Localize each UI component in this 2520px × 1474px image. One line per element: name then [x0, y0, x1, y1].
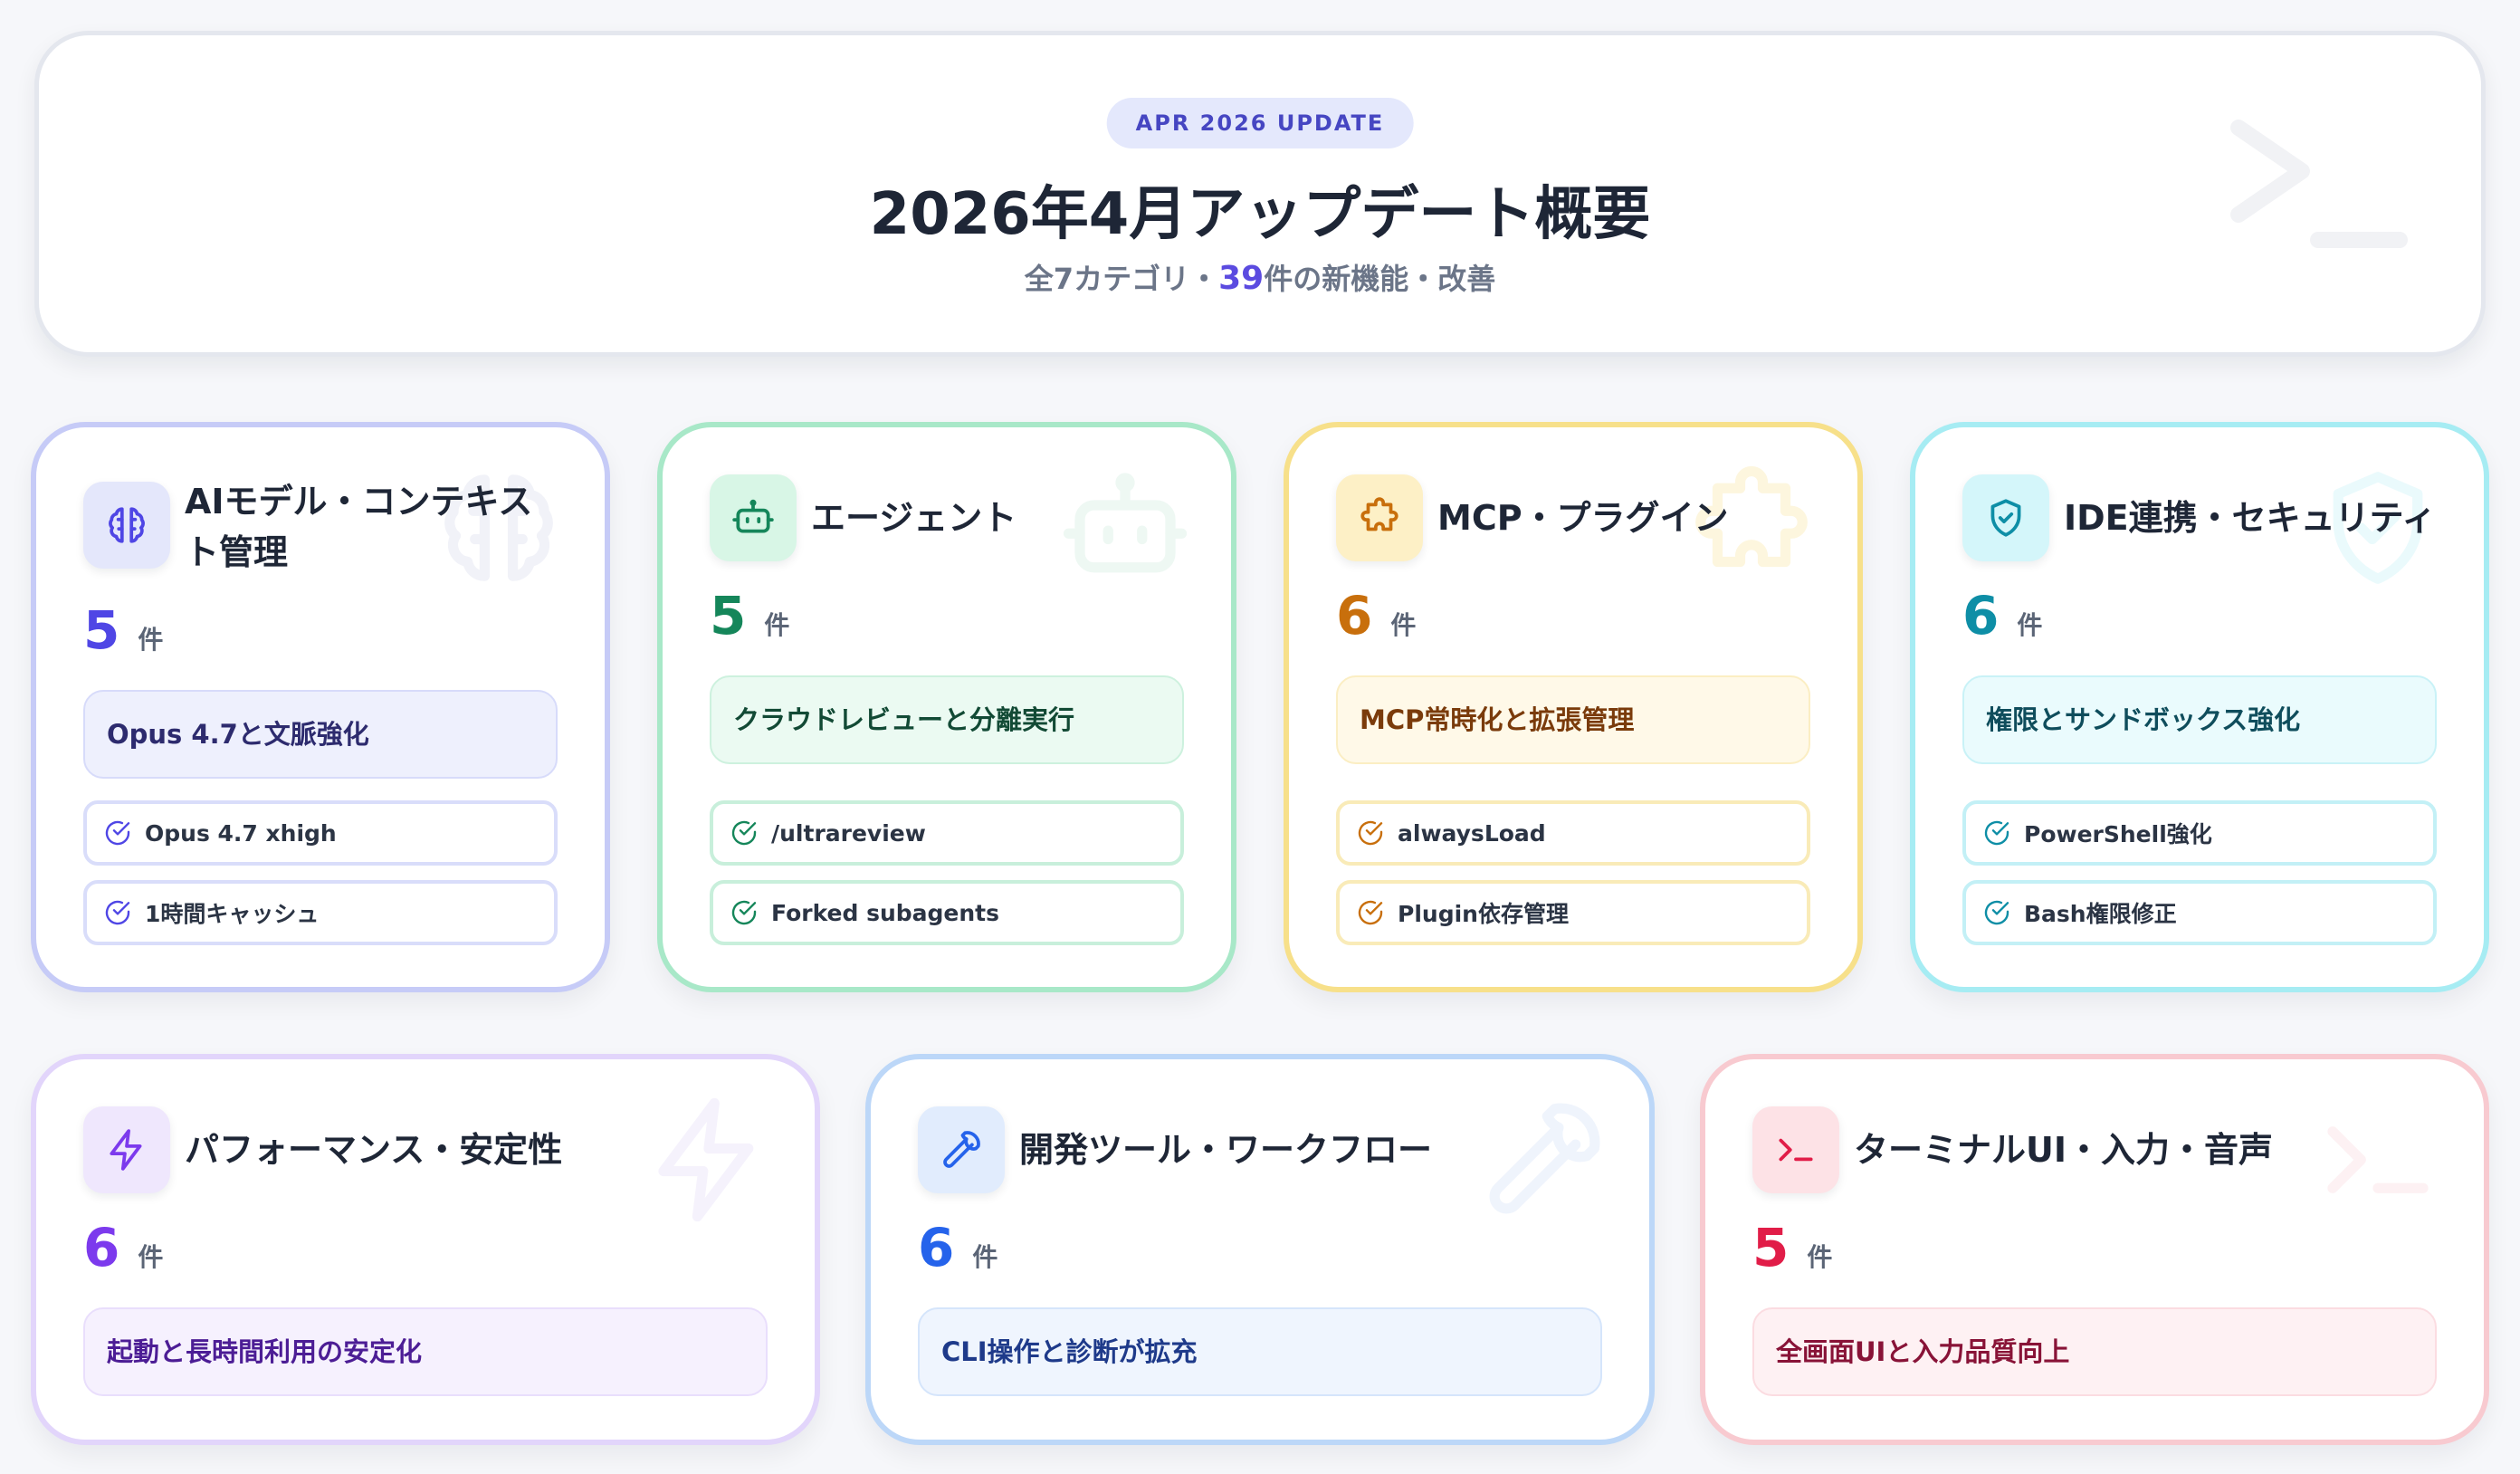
check-circle-icon [731, 820, 757, 846]
category-icon-box [83, 482, 170, 569]
feature-item: Plugin依存管理 [1336, 880, 1810, 945]
feature-item: alwaysLoad [1336, 800, 1810, 866]
category-title: MCP・プラグイン [1437, 498, 1729, 538]
feature-item: Opus 4.7 xhigh [83, 800, 558, 866]
category-count: 6件 [1336, 585, 1417, 646]
category-count: 5件 [710, 585, 790, 646]
category-summary: 権限とサンドボックス強化 [1962, 675, 2437, 764]
category-card-performance[interactable]: パフォーマンス・安定性 6件 起動と長時間利用の安定化 [31, 1054, 820, 1445]
category-title: エージェント [811, 498, 1017, 538]
shield-icon [1990, 499, 2021, 537]
feature-item: Bash権限修正 [1962, 880, 2437, 945]
brain-icon [109, 507, 145, 543]
category-summary: MCP常時化と拡張管理 [1336, 675, 1810, 764]
category-title: パフォーマンス・安定性 [185, 1130, 563, 1170]
update-header-card: APR 2026 UPDATE 2026年4月アップデート概要 全7カテゴリ・3… [34, 31, 2486, 357]
total-count: 39 [1218, 260, 1265, 297]
category-count: 6件 [918, 1217, 998, 1278]
terminal-watermark-icon [2310, 1092, 2446, 1228]
feature-item: 1時間キャッシュ [83, 880, 558, 945]
category-title: 開発ツール・ワークフロー [1019, 1130, 1433, 1170]
category-card-mcp-plugins[interactable]: MCP・プラグイン 6件 MCP常時化と拡張管理 alwaysLoad Plug… [1284, 422, 1863, 992]
category-count: 6件 [83, 1217, 164, 1278]
category-summary: Opus 4.7と文脈強化 [83, 690, 558, 779]
check-circle-icon [1358, 900, 1383, 925]
page-subtitle: 全7カテゴリ・39件の新機能・改善 [39, 256, 2481, 298]
category-icon-box [918, 1106, 1005, 1193]
category-title: ターミナルUI・入力・音声 [1854, 1130, 2273, 1170]
category-card-agents[interactable]: エージェント 5件 クラウドレビューと分離実行 /ultrareview For… [657, 422, 1236, 992]
page-title: 2026年4月アップデート概要 [869, 181, 1651, 248]
check-circle-icon [731, 900, 757, 925]
category-title: IDE連携・セキュリティ [2064, 498, 2437, 538]
category-summary: 全画面UIと入力品質向上 [1752, 1307, 2437, 1396]
puzzle-icon [1360, 497, 1398, 531]
category-count: 5件 [1752, 1217, 1833, 1278]
category-icon-box [83, 1106, 170, 1193]
category-summary: 起動と長時間利用の安定化 [83, 1307, 768, 1396]
category-card-ai-model[interactable]: AIモデル・コンテキスト管理 5件 Opus 4.7と文脈強化 Opus 4.7… [31, 422, 610, 992]
category-card-terminal-ui[interactable]: ターミナルUI・入力・音声 5件 全画面UIと入力品質向上 [1700, 1054, 2489, 1445]
category-icon-box [1752, 1106, 1839, 1193]
category-summary: CLI操作と診断が拡充 [918, 1307, 1602, 1396]
subtitle-prefix: 全7カテゴリ・ [1024, 262, 1219, 296]
category-icon-box [710, 474, 797, 561]
check-circle-icon [1984, 900, 2009, 925]
category-icon-box [1962, 474, 2049, 561]
category-count: 5件 [83, 599, 164, 661]
bolt-icon [110, 1129, 142, 1171]
category-card-ide-security[interactable]: IDE連携・セキュリティ 6件 権限とサンドボックス強化 PowerShell強… [1910, 422, 2489, 992]
check-circle-icon [1984, 820, 2009, 846]
category-count: 6件 [1962, 585, 2043, 646]
wrench-watermark-icon [1475, 1092, 1611, 1228]
category-icon-box [1336, 474, 1423, 561]
check-circle-icon [1358, 820, 1383, 846]
robot-icon [732, 499, 774, 533]
feature-item: Forked subagents [710, 880, 1184, 945]
category-card-dev-tools[interactable]: 開発ツール・ワークフロー 6件 CLI操作と診断が拡充 [865, 1054, 1655, 1445]
category-summary: クラウドレビューと分離実行 [710, 675, 1184, 764]
wrench-icon [943, 1131, 980, 1168]
check-circle-icon [105, 820, 130, 846]
update-badge: APR 2026 UPDATE [1106, 98, 1414, 148]
feature-item: /ultrareview [710, 800, 1184, 866]
bolt-watermark-icon [641, 1092, 777, 1228]
check-circle-icon [105, 900, 130, 925]
feature-item: PowerShell強化 [1962, 800, 2437, 866]
category-title: AIモデル・コンテキスト管理 [185, 482, 533, 572]
terminal-icon [1779, 1138, 1813, 1162]
robot-watermark-icon [1057, 460, 1193, 596]
subtitle-suffix: 件の新機能・改善 [1264, 262, 1496, 296]
